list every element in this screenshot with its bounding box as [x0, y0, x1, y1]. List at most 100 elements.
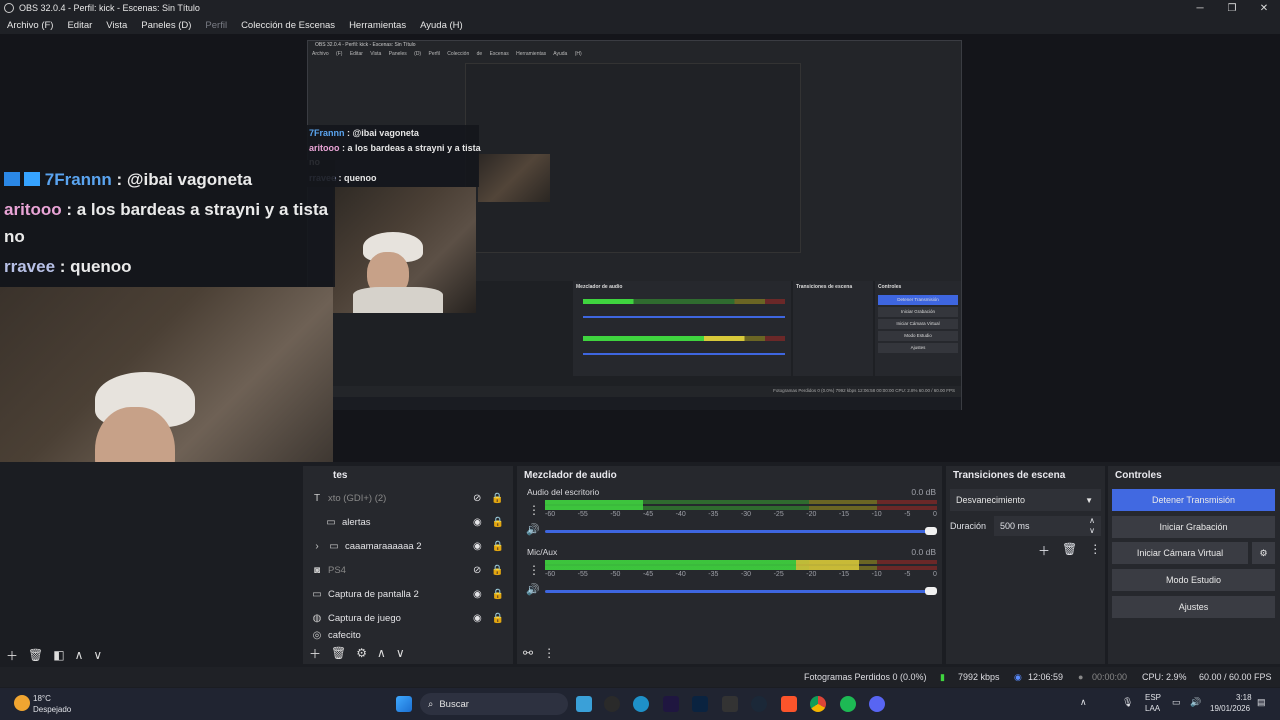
more-icon[interactable]: ⋮ [1089, 542, 1101, 559]
cpu-usage: CPU: 2.9% [1142, 672, 1187, 682]
move-up-icon[interactable]: ∧ [377, 646, 386, 660]
eye-icon[interactable]: ◉ [473, 589, 482, 600]
transition-select[interactable]: Desvanecimiento ▼ [950, 489, 1101, 511]
add-scene-icon[interactable]: ＋ [6, 647, 18, 664]
settings-button[interactable]: Ajustes [1112, 596, 1275, 618]
obs-app-icon[interactable] [604, 696, 620, 712]
lock-icon[interactable]: 🔒 [491, 493, 503, 504]
source-row[interactable]: ◙ PS4 ⊘ 🔒 [311, 558, 511, 582]
source-row[interactable]: › ▭ caaamaraaaaaa 2 ◉ 🔒 [311, 534, 511, 558]
menu-vista[interactable]: Vista [99, 20, 134, 31]
menu-paneles[interactable]: Paneles (D) [134, 20, 198, 31]
volume-slider[interactable] [545, 587, 937, 595]
text-icon: T [313, 492, 321, 504]
link-icon[interactable]: ⚯ [523, 646, 533, 660]
lock-icon[interactable]: 🔒 [492, 589, 504, 600]
gear-icon[interactable]: ⚙ [356, 646, 367, 660]
move-down-icon[interactable]: ∨ [93, 648, 102, 662]
trash-icon[interactable]: 🗑 [1062, 542, 1077, 559]
source-row[interactable]: ▭ Captura de pantalla 2 ◉ 🔒 [311, 582, 511, 606]
notification-icon[interactable]: ▤ [1257, 697, 1266, 708]
speaker-icon[interactable]: 🔊 [526, 523, 540, 536]
menu-archivo[interactable]: Archivo (F) [0, 20, 60, 31]
lock-icon[interactable]: 🔒 [492, 517, 504, 528]
duration-input[interactable]: 500 ms ∧ ∨ [994, 516, 1101, 536]
eye-hidden-icon[interactable]: ⊘ [473, 565, 481, 576]
volume-knob[interactable] [925, 527, 937, 535]
epic-games-icon[interactable] [722, 696, 738, 712]
virtual-camera-settings-button[interactable]: ⚙ [1252, 542, 1275, 564]
network-icon[interactable]: ▭ [1172, 697, 1181, 708]
speaker-icon[interactable]: 🔊 [526, 583, 540, 596]
menu-perfil[interactable]: Perfil [198, 20, 234, 31]
folder-icon: ▭ [326, 516, 336, 528]
start-recording-button[interactable]: Iniciar Grabación [1112, 516, 1275, 538]
eye-hidden-icon[interactable]: ⊘ [473, 493, 481, 504]
volume-knob[interactable] [925, 587, 937, 595]
mixer-track-desktop: Audio del escritorio 0.0 dB ⋮ -60 -55 -50-… [520, 487, 938, 547]
nested-transitions-title: Transiciones de escena [796, 284, 853, 290]
maximize-button[interactable]: ❐ [1216, 0, 1248, 16]
mic-icon[interactable]: 🎙 [1122, 697, 1133, 708]
chevron-up-icon[interactable]: ∧ [1080, 697, 1087, 708]
close-button[interactable]: ✕ [1248, 0, 1280, 16]
expand-icon[interactable]: › [311, 541, 323, 552]
source-row[interactable]: Txto (GDI+) (2) ⊘ 🔒 [311, 486, 511, 510]
language-code[interactable]: ESP [1145, 693, 1161, 702]
add-source-icon[interactable]: ＋ [309, 645, 321, 662]
track-menu-icon[interactable]: ⋮ [528, 563, 540, 577]
track-name: Mic/Aux [527, 547, 558, 557]
source-row[interactable]: ▭ alertas ◉ 🔒 [325, 510, 525, 534]
minimize-button[interactable]: ─ [1184, 0, 1216, 16]
nested-chat-line: 7Frannn : @ibai vagoneta [309, 128, 419, 138]
start-virtual-camera-button[interactable]: Iniciar Cámara Virtual [1112, 542, 1248, 564]
trash-icon[interactable]: 🗑 [331, 646, 346, 660]
weather-desc[interactable]: Despejado [33, 705, 71, 714]
lock-icon[interactable]: 🔒 [491, 565, 503, 576]
menu-coleccion-escenas[interactable]: Colección de Escenas [234, 20, 342, 31]
premiere-icon[interactable] [663, 696, 679, 712]
source-row[interactable]: ◎ cafecito [311, 630, 511, 640]
nested-btn-vcam: Iniciar Cámara Virtual [878, 319, 958, 329]
file-explorer-icon[interactable] [576, 696, 592, 712]
weather-icon[interactable] [14, 695, 30, 711]
stop-streaming-button[interactable]: Detener Transmisión [1112, 489, 1275, 511]
menu-editar[interactable]: Editar [60, 20, 99, 31]
eye-icon[interactable]: ◉ [473, 541, 482, 552]
track-menu-icon[interactable]: ⋮ [528, 503, 540, 517]
volume-icon[interactable]: 🔊 [1190, 697, 1201, 708]
spotify-icon[interactable] [840, 696, 856, 712]
menu-ayuda[interactable]: Ayuda (H) [413, 20, 470, 31]
chrome-icon[interactable] [810, 696, 826, 712]
windows-start-icon[interactable] [396, 696, 412, 712]
more-icon[interactable]: ⋮ [543, 646, 555, 660]
photoshop-icon[interactable] [692, 696, 708, 712]
nested-btn-stream: Detener Transmisión [878, 295, 958, 305]
nested-taskbar [308, 397, 961, 410]
source-row[interactable]: ◍ Captura de juego ◉ 🔒 [311, 606, 511, 630]
browser-icon[interactable] [633, 696, 649, 712]
stepper-icon[interactable]: ∧ ∨ [1089, 516, 1095, 536]
eye-icon[interactable]: ◉ [473, 613, 482, 624]
move-down-icon[interactable]: ∨ [396, 646, 405, 660]
brave-icon[interactable] [781, 696, 797, 712]
eye-icon[interactable]: ◉ [473, 517, 482, 528]
trash-icon[interactable]: 🗑 [28, 648, 43, 662]
menu-herramientas[interactable]: Herramientas [342, 20, 413, 31]
volume-slider[interactable] [545, 527, 937, 535]
lock-icon[interactable]: 🔒 [492, 613, 504, 624]
add-transition-icon[interactable]: ＋ [1038, 542, 1050, 559]
transitions-title: Transiciones de escena [953, 470, 1066, 481]
lock-icon[interactable]: 🔒 [492, 541, 504, 552]
discord-icon[interactable] [869, 696, 885, 712]
move-up-icon[interactable]: ∧ [75, 648, 84, 662]
taskbar-search[interactable]: ⌕ Buscar [420, 693, 568, 715]
steam-icon[interactable] [751, 696, 767, 712]
clock-time[interactable]: 3:18 [1236, 693, 1252, 702]
language-layout[interactable]: LAA [1145, 704, 1160, 713]
studio-mode-button[interactable]: Modo Estudio [1112, 569, 1275, 591]
clock-date[interactable]: 19/01/2026 [1210, 704, 1250, 713]
filter-icon[interactable]: ◧ [53, 648, 64, 662]
chat-line: rravee : quenoo [4, 257, 132, 276]
weather-temp[interactable]: 18°C [33, 694, 51, 703]
